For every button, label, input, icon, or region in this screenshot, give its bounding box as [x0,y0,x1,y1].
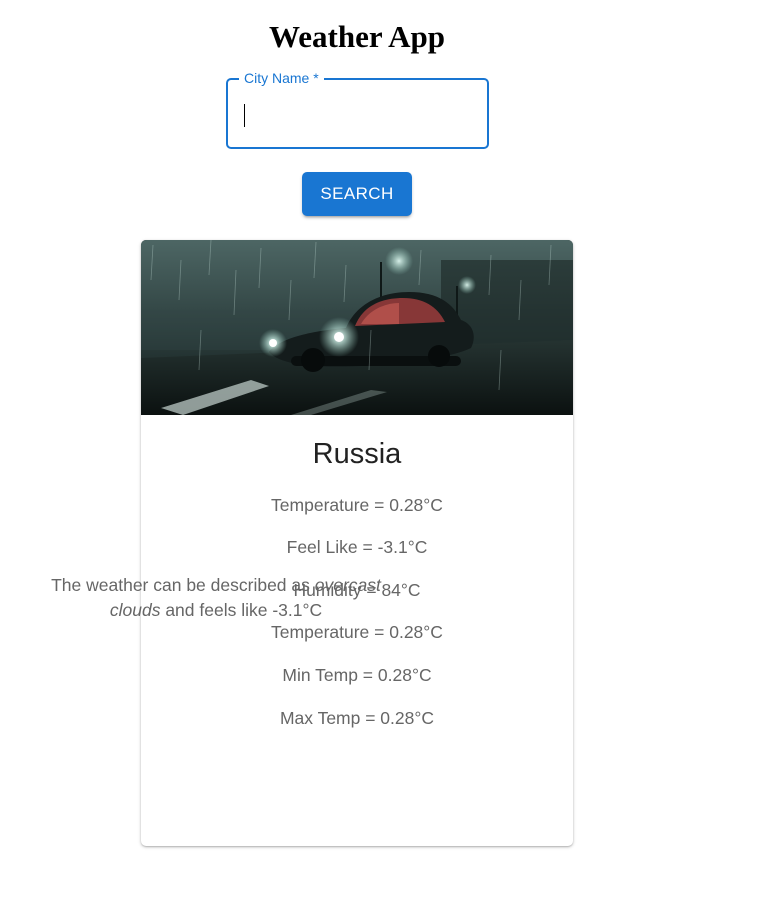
city-name-label: City Name * [239,69,324,87]
search-button[interactable]: SEARCH [302,172,412,216]
city-name-heading: Russia [312,438,402,470]
temperature-stat: Temperature = 0.28°C [271,495,443,515]
app-title: Weather App [269,19,445,54]
description-feels-like: -3.1°C [272,600,323,620]
text-caret [244,104,245,127]
weather-image [141,240,573,415]
description-prefix: The weather can be described as [51,575,315,595]
weather-card: Russia Temperature = 0.28°C Feel Like = … [141,240,573,846]
temperature-stat-repeat: Temperature = 0.28°C [271,622,443,642]
description-middle: and feels like [160,600,273,620]
feels-like-stat: Feel Like = -3.1°C [286,537,428,557]
rainy-night-car-image [141,240,573,415]
city-name-field[interactable]: City Name * [226,69,489,149]
min-temp-stat: Min Temp = 0.28°C [282,665,432,685]
weather-description: The weather can be described as overcast… [40,573,392,623]
city-name-input[interactable] [242,94,472,132]
max-temp-stat: Max Temp = 0.28°C [279,708,435,728]
